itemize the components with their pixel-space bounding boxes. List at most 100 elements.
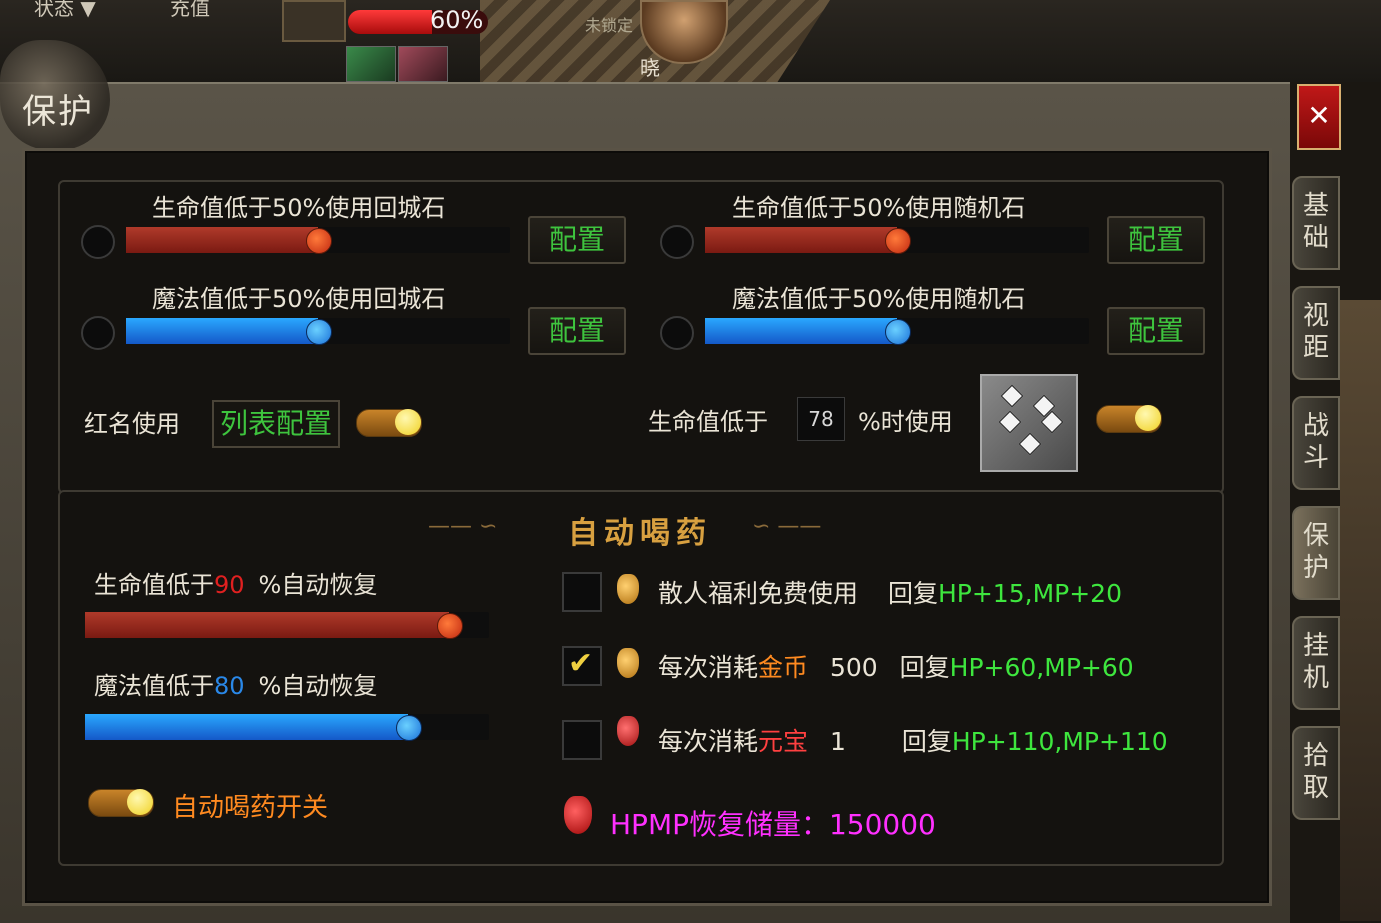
slider-knob[interactable] [306,319,332,345]
slider-fill [85,612,449,638]
skill-icon-main[interactable] [282,0,346,42]
hp-threshold-input[interactable]: 78 [797,397,845,441]
option-checkbox[interactable] [562,572,602,612]
section-title: 自动喝药 [568,516,712,551]
hud-hp-text: 60% [430,6,484,34]
slider-mp-return[interactable] [126,318,510,345]
option-checkbox[interactable]: ✔ [562,646,602,686]
mp-auto-value: 80 [214,672,245,700]
config-button-hp-random[interactable]: 配置 [1107,216,1205,264]
tab-status[interactable]: 状态 ▼ [34,0,96,21]
slider-knob[interactable] [885,228,911,254]
scene-background [1340,300,1381,921]
slider-hp-return[interactable] [126,227,510,254]
list-config-button[interactable]: 列表配置 [212,400,340,448]
toggle-knob [127,789,153,815]
option-restore-label: 回复 [899,653,950,682]
slider-knob[interactable] [306,228,332,254]
option-restore-label: 回复 [901,727,952,756]
mp-auto-prefix: 魔法值低于 [94,672,214,700]
config-button-hp-return[interactable]: 配置 [528,216,626,264]
hp-item-toggle[interactable] [1096,405,1162,433]
slider-fill [705,227,897,253]
tab-auto-battle[interactable]: 挂机 [1292,616,1340,710]
option-checkbox[interactable] [562,720,602,760]
option-amount: 1 [829,727,846,756]
slider-mp-random[interactable] [705,318,1089,345]
option-text: 散人福利免费使用 回复HP+15,MP+20 [658,574,1122,610]
slider-fill [126,227,318,253]
panel-title: 保护 [22,92,94,132]
option-currency: 元宝 [758,727,809,756]
option-desc: 每次消耗 [658,653,759,682]
row-label-mp-return: 魔法值低于50%使用回城石 [152,285,446,313]
skill-slot-1[interactable] [346,46,396,82]
slider-hp-random[interactable] [705,227,1089,254]
row-label-hp-random: 生命值低于50%使用随机石 [732,194,1026,222]
close-button[interactable]: ✕ [1297,84,1341,150]
scroll-item-icon [1000,384,1024,408]
hud-hp-fill [348,10,432,34]
scroll-item-icon [998,410,1022,434]
slider-knob[interactable] [396,715,423,741]
option-effect: HP+60,MP+60 [949,653,1134,682]
skill-slot-2[interactable] [398,46,448,82]
hpmp-storage-label: HPMP恢复储量：150000 [610,808,936,841]
hp-auto-suffix: %自动恢复 [258,571,378,599]
option-desc: 每次消耗 [658,727,759,756]
option-currency: 金币 [758,653,809,682]
player-name: 晓 [640,56,660,80]
slider-fill [705,318,897,344]
slider-knob[interactable] [885,319,911,345]
row-label-mp-random: 魔法值低于50%使用随机石 [732,285,1026,313]
scroll-item-icon [1018,432,1042,456]
hp-auto-prefix: 生命值低于 [94,571,214,599]
slider-hp-auto[interactable] [85,612,489,639]
mp-auto-suffix: %自动恢复 [258,672,378,700]
top-hud: 状态 ▼ 充值 60% 未锁定 晓 [0,0,1381,82]
tab-pickup[interactable]: 拾取 [1292,726,1340,820]
tab-recharge[interactable]: 充值 [170,0,210,21]
potion-icon [617,574,639,604]
option-text: 每次消耗元宝 1 回复HP+110,MP+110 [658,722,1168,758]
mp-auto-label: 魔法值低于80 %自动恢复 [94,666,377,701]
option-text: 每次消耗金币 500 回复HP+60,MP+60 [658,648,1134,684]
slider-knob[interactable] [436,613,463,639]
hp-auto-value: 90 [214,571,245,599]
hp-auto-label: 生命值低于90 %自动恢复 [94,565,377,600]
option-effect: HP+15,MP+20 [937,579,1122,608]
ornament-right: ∽ —— [752,514,822,539]
slider-fill [126,318,318,344]
hp-below-label: 生命值低于 [648,408,768,436]
radio-hp-random[interactable] [660,225,694,259]
slider-fill [85,714,409,740]
option-restore-label: 回复 [887,579,938,608]
storage-potion-icon [564,796,592,834]
option-desc: 散人福利免费使用 [658,579,859,608]
percent-use-label: %时使用 [858,408,953,436]
tab-basic[interactable]: 基础 [1292,176,1340,270]
lock-target-label[interactable]: 未锁定 [585,12,633,36]
toggle-knob [1135,405,1161,431]
option-effect: HP+110,MP+110 [951,727,1168,756]
option-amount: 500 [829,653,878,682]
ornament-left: —— ∽ [428,514,498,539]
config-button-mp-random[interactable]: 配置 [1107,307,1205,355]
auto-potion-toggle[interactable] [88,789,154,817]
tab-protect[interactable]: 保护 [1292,506,1340,600]
red-name-label: 红名使用 [84,410,180,438]
red-name-toggle[interactable] [356,409,422,437]
radio-hp-return[interactable] [81,225,115,259]
tab-view-distance[interactable]: 视距 [1292,286,1340,380]
row-label-hp-return: 生命值低于50%使用回城石 [152,194,446,222]
potion-icon [617,648,639,678]
potion-icon [617,716,639,746]
radio-mp-random[interactable] [660,316,694,350]
auto-potion-switch-label: 自动喝药开关 [172,793,329,823]
item-slot[interactable] [980,374,1078,472]
checkmark-icon: ✔ [568,646,594,681]
tab-combat[interactable]: 战斗 [1292,396,1340,490]
radio-mp-return[interactable] [81,316,115,350]
slider-mp-auto[interactable] [85,714,489,741]
config-button-mp-return[interactable]: 配置 [528,307,626,355]
